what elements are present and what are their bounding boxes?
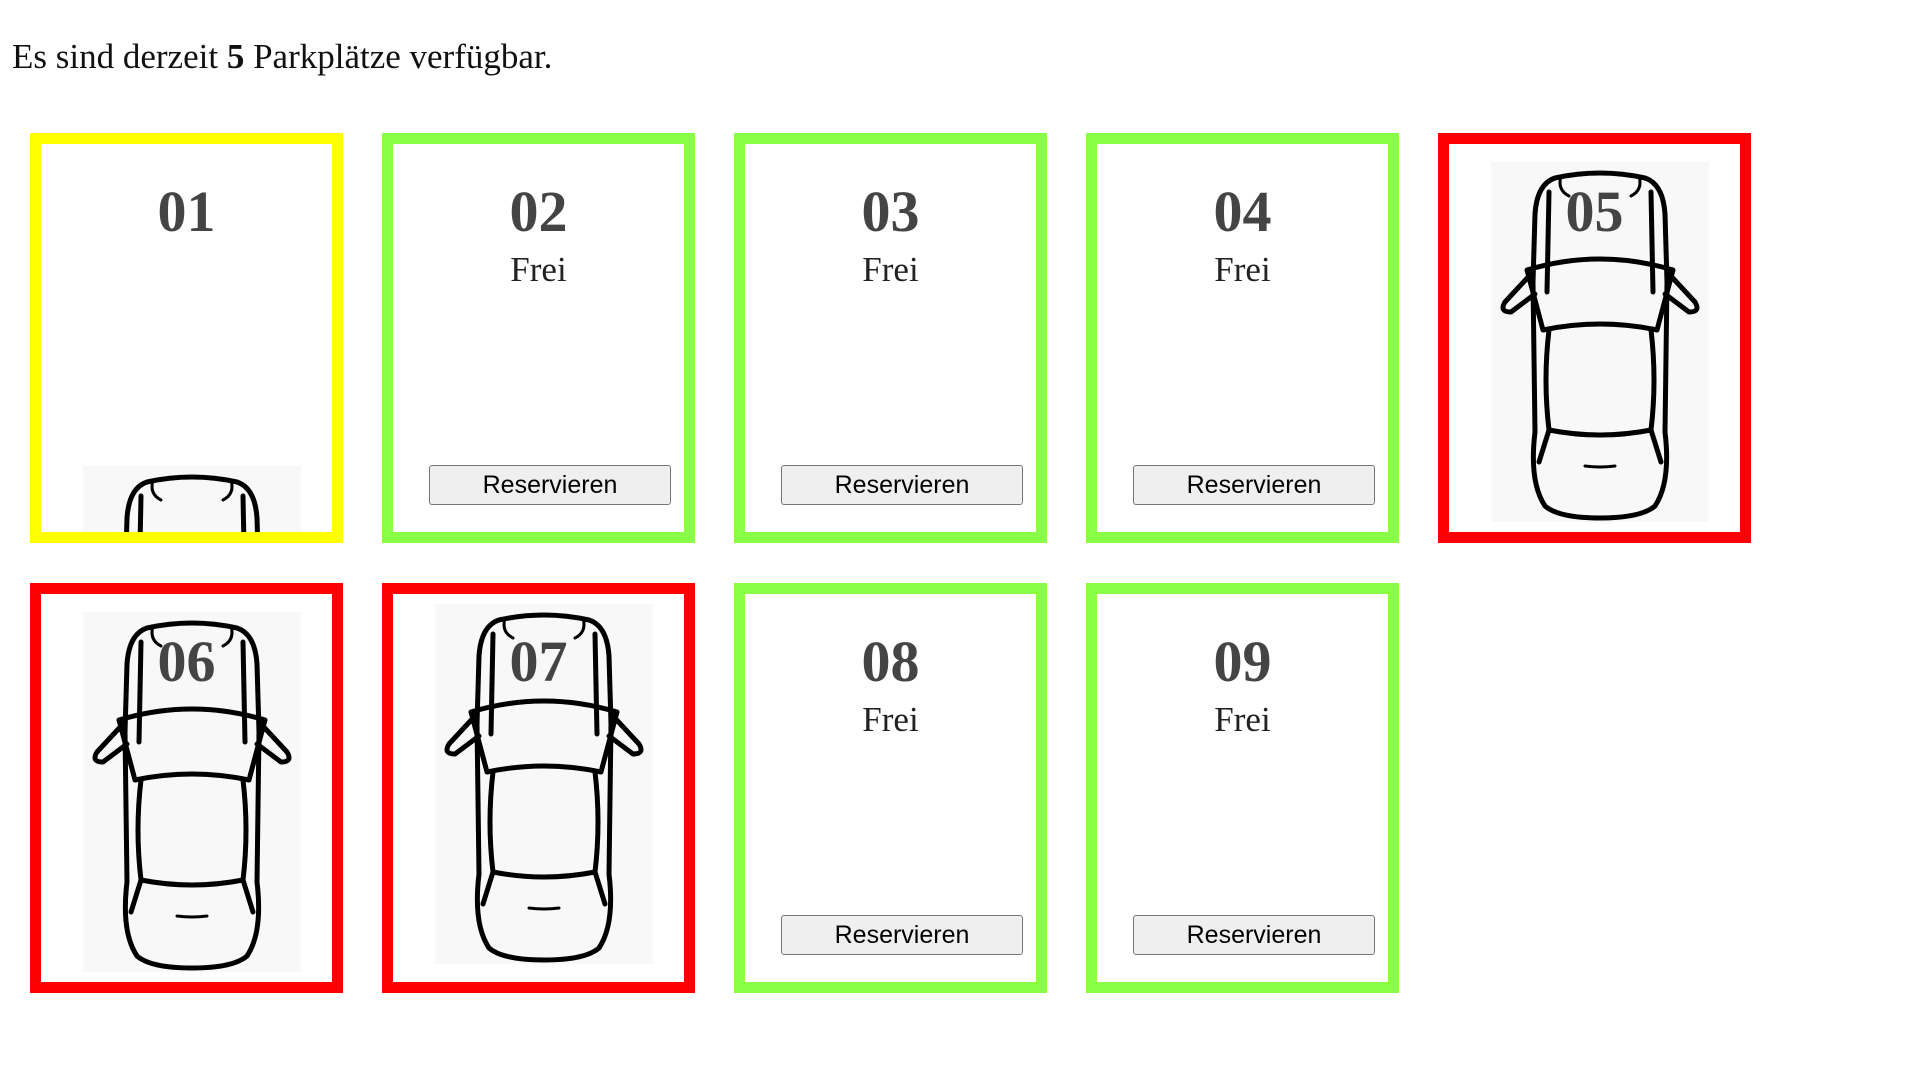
parking-spot-07: 07 xyxy=(382,583,695,993)
spot-status: Frei xyxy=(862,700,919,739)
parking-spot-05: 05 xyxy=(1438,133,1751,543)
spot-number: 03 xyxy=(861,179,920,244)
spot-number: 04 xyxy=(1213,179,1272,244)
availability-message: Es sind derzeit 5 Parkplätze verfügbar. xyxy=(12,36,552,78)
car-top-view-icon xyxy=(83,466,301,532)
spot-number: 07 xyxy=(509,629,568,694)
reserve-button[interactable]: Reservieren xyxy=(1133,465,1375,505)
parking-spot-02: 02 Frei Reservieren xyxy=(382,133,695,543)
spot-number: 09 xyxy=(1213,629,1272,694)
reserve-button[interactable]: Reservieren xyxy=(1133,915,1375,955)
reserve-button[interactable]: Reservieren xyxy=(781,915,1023,955)
parking-spot-04: 04 Frei Reservieren xyxy=(1086,133,1399,543)
spot-status: Frei xyxy=(862,250,919,289)
spot-status: Frei xyxy=(1214,700,1271,739)
reserve-button[interactable]: Reservieren xyxy=(429,465,671,505)
parking-spot-08: 08 Frei Reservieren xyxy=(734,583,1047,993)
spot-number: 05 xyxy=(1565,179,1624,244)
parking-grid: 01 02 Frei Reservieren 03 Frei Reservier… xyxy=(30,133,1751,993)
available-count: 5 xyxy=(226,37,245,76)
spot-number: 08 xyxy=(861,629,920,694)
parking-spot-09: 09 Frei Reservieren xyxy=(1086,583,1399,993)
availability-prefix: Es sind derzeit xyxy=(12,37,219,76)
parking-spot-01: 01 xyxy=(30,133,343,543)
spot-number: 06 xyxy=(157,629,216,694)
spot-status: Frei xyxy=(1214,250,1271,289)
reserve-button[interactable]: Reservieren xyxy=(781,465,1023,505)
spot-status: Frei xyxy=(510,250,567,289)
availability-suffix: Parkplätze verfügbar. xyxy=(253,37,553,76)
spot-number: 02 xyxy=(509,179,568,244)
spot-number: 01 xyxy=(157,179,216,244)
parking-spot-06: 06 xyxy=(30,583,343,993)
parking-spot-03: 03 Frei Reservieren xyxy=(734,133,1047,543)
